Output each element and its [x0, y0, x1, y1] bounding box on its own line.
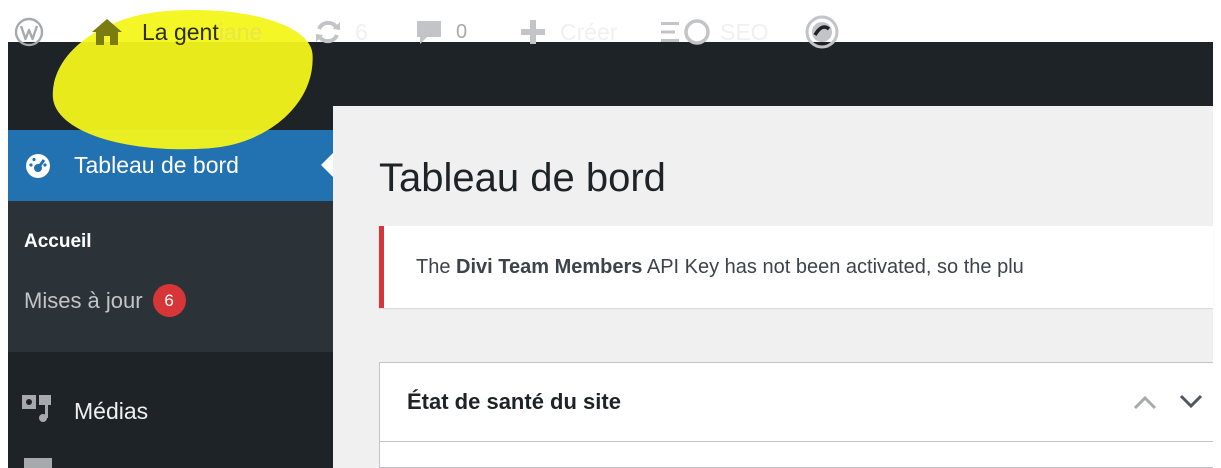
new-content-label: Créer [560, 18, 618, 45]
dashboard-gauge-icon [26, 154, 50, 178]
site-health-postbox: État de santé du site [379, 362, 1213, 468]
main-content: Tableau de bord The Divi Team Members AP… [333, 106, 1213, 468]
api-key-error-notice: The Divi Team Members API Key has not be… [379, 226, 1213, 308]
plus-icon [521, 20, 545, 44]
wordpress-menu[interactable] [14, 0, 44, 64]
updates-count: 6 [355, 18, 368, 45]
sidebar-item-dashboard[interactable]: Tableau de bord [8, 130, 333, 201]
home-icon [92, 19, 122, 45]
dashboard-submenu: Accueil Mises à jour 6 [8, 201, 333, 352]
site-name-link[interactable]: La gentiane [90, 0, 262, 64]
chevron-up-icon [1133, 395, 1157, 410]
chevron-down-icon [1179, 394, 1203, 409]
submenu-item-home[interactable]: Accueil [24, 231, 92, 253]
notice-text-part: API Key has not been activated, so the p… [642, 255, 1024, 278]
move-up-button[interactable] [1128, 385, 1162, 419]
site-name: La gentiane [142, 19, 262, 46]
media-icon [22, 395, 51, 422]
postbox-header: État de santé du site [380, 363, 1213, 442]
circular-logo-icon [805, 15, 839, 49]
submenu-item-label: Accueil [24, 231, 92, 252]
sidebar-item-media[interactable]: Médias [8, 386, 333, 436]
comments-link[interactable]: 0 [414, 0, 467, 64]
postbox-title: État de santé du site [407, 389, 621, 414]
updates-link[interactable]: 6 [313, 0, 368, 64]
sidebar-item-label: Médias [74, 397, 149, 424]
move-down-button[interactable] [1174, 385, 1208, 419]
notice-plugin-name: Divi Team Members [456, 255, 643, 278]
current-menu-arrow [321, 153, 333, 177]
submenu-item-label: Mises à jour [24, 287, 143, 313]
notice-text-part: The [416, 255, 457, 278]
notice-text: The Divi Team Members API Key has not be… [416, 256, 1024, 279]
wordpress-logo-icon [14, 17, 44, 47]
admin-sidebar: Tableau de bord Accueil Mises à jour 6 M… [8, 106, 333, 468]
seo-label: SEO [720, 18, 769, 45]
new-content-link[interactable]: Créer [518, 0, 618, 64]
site-name-part: iane [218, 18, 263, 45]
updates-count-badge: 6 [152, 284, 186, 317]
updates-icon [316, 20, 340, 44]
seo-icon [661, 19, 710, 45]
submenu-item-updates[interactable]: Mises à jour 6 [24, 284, 186, 317]
comment-icon [417, 21, 441, 44]
site-name-part: La gent [142, 18, 219, 45]
comments-count: 0 [456, 20, 468, 43]
sidebar-item-partial[interactable] [24, 458, 52, 468]
seo-menu[interactable]: SEO [660, 0, 769, 64]
sidebar-item-label: Tableau de bord [74, 152, 239, 178]
plugin-menu[interactable] [805, 0, 839, 64]
page-title: Tableau de bord [379, 156, 666, 200]
